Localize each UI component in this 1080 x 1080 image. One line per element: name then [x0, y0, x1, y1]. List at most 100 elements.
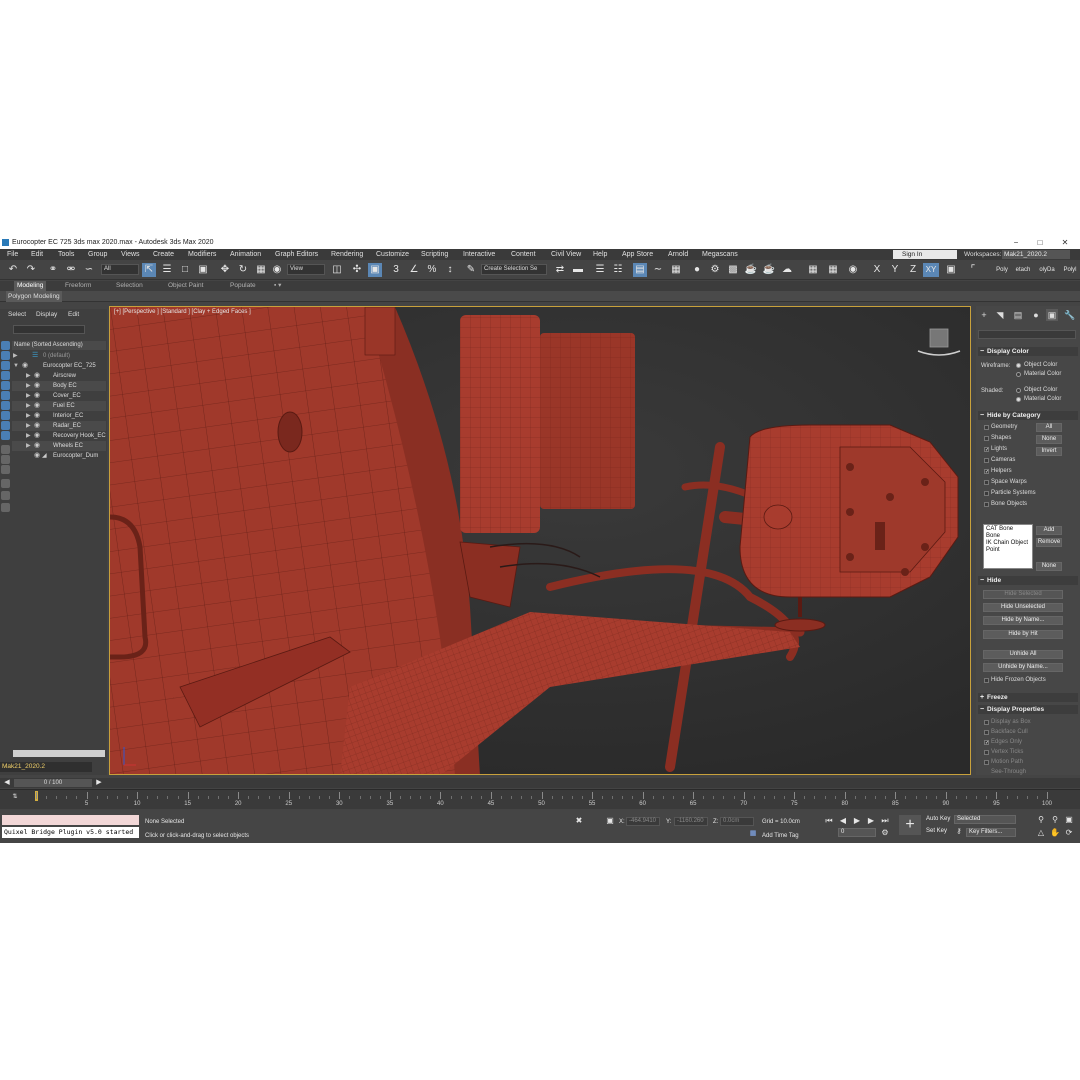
display-none-icon[interactable] — [1, 455, 10, 464]
render-in-cloud-icon[interactable]: ☁ — [780, 263, 794, 277]
hide-by-category-rollout[interactable]: Hide by Category — [978, 411, 1078, 420]
close-button[interactable]: ✕ — [1055, 236, 1075, 249]
unlink-icon[interactable]: ⚮ — [64, 263, 78, 277]
expand-arrow-icon[interactable]: ▶ — [26, 371, 31, 381]
minimize-button[interactable]: − — [1006, 236, 1026, 249]
maxscript-output[interactable]: Quixel Bridge Plugin v5.0 started — [2, 827, 139, 838]
cameras-checkbox[interactable] — [984, 458, 989, 463]
tree-row-airscrew[interactable]: ▶ ◉ Airscrew — [12, 371, 106, 381]
tab-object-paint[interactable]: Object Paint — [168, 281, 203, 291]
eye-icon[interactable]: ◉ — [34, 451, 40, 461]
workspace-select[interactable]: Mak21_2020.2 — [1002, 250, 1070, 259]
tab-populate[interactable]: Populate — [230, 281, 256, 291]
eye-icon[interactable]: ◉ — [34, 431, 40, 441]
set-key-big-icon[interactable]: + — [899, 815, 921, 835]
menu-graph-editors[interactable]: Graph Editors — [275, 249, 318, 260]
find-icon[interactable] — [1, 479, 10, 488]
y-coordinate-field[interactable]: -1160.260 — [674, 817, 708, 826]
select-manipulate-icon[interactable]: ✣ — [350, 263, 364, 277]
expand-arrow-icon[interactable]: ▶ — [26, 431, 31, 441]
select-and-scale-icon[interactable]: ▦ — [254, 263, 268, 277]
pivot-center-icon[interactable]: ◫ — [330, 263, 344, 277]
link-icon[interactable]: ⚭ — [46, 263, 60, 277]
align-icon[interactable]: ▬ — [571, 263, 585, 277]
zoom-icon[interactable]: ⚲ — [1036, 815, 1046, 825]
menu-tools[interactable]: Tools — [58, 249, 74, 260]
menu-views[interactable]: Views — [121, 249, 140, 260]
motion-path-checkbox[interactable] — [984, 760, 989, 765]
time-tag-icon[interactable]: ▦ — [748, 829, 758, 839]
select-object-icon[interactable]: ⇱ — [142, 263, 156, 277]
shaded-material-color-radio[interactable] — [1016, 397, 1021, 402]
menu-animation[interactable]: Animation — [230, 249, 261, 260]
add-time-tag-button[interactable]: Add Time Tag — [762, 832, 799, 840]
redo-icon[interactable]: ↷ — [24, 263, 38, 277]
curve-editor-icon[interactable]: ∼ — [651, 263, 665, 277]
wireframe-object-color-radio[interactable] — [1016, 363, 1021, 368]
key-mode-select[interactable]: Selected — [954, 815, 1016, 824]
tree-row-cover[interactable]: ▶ ◉ Cover_EC — [12, 391, 106, 401]
filter-bones-icon[interactable] — [1, 421, 10, 430]
schematic-view-icon[interactable]: ▦ — [669, 263, 683, 277]
menu-file[interactable]: File — [7, 249, 18, 260]
polyl-tab[interactable]: Polyl — [1060, 263, 1080, 277]
menu-arnold[interactable]: Arnold — [668, 249, 688, 260]
menu-customize[interactable]: Customize — [376, 249, 409, 260]
modify-tab-icon[interactable]: ◥ — [994, 309, 1006, 321]
field-of-view-icon[interactable]: △ — [1036, 828, 1046, 838]
polydata-tab[interactable]: olyDa — [1036, 263, 1058, 277]
tree-row-wheels[interactable]: ▶ ◉ Wheels EC — [12, 441, 106, 451]
mirror-icon[interactable]: ⇄ — [553, 263, 567, 277]
perspective-viewport[interactable]: [+] [Perspective ] [Standard ] [Clay + E… — [109, 306, 971, 775]
render-production-icon[interactable]: ☕ — [744, 263, 758, 277]
menu-rendering[interactable]: Rendering — [331, 249, 363, 260]
category-list-item[interactable]: IK Chain Object — [986, 540, 1030, 547]
unhide-by-name-button[interactable]: Unhide by Name... — [983, 663, 1063, 672]
render-setup-icon[interactable]: ⚙ — [708, 263, 722, 277]
eye-icon[interactable]: ◉ — [34, 421, 40, 431]
play-icon[interactable]: ▶ — [852, 816, 862, 826]
snaps-toggle-icon[interactable]: 3 — [389, 263, 403, 277]
menu-edit[interactable]: Edit — [31, 249, 43, 260]
time-slider[interactable]: 0 / 100 — [14, 779, 92, 787]
eye-icon[interactable]: ◉ — [34, 401, 40, 411]
axis-constraint-xy[interactable]: XY — [923, 263, 939, 277]
zoom-extents-icon[interactable]: ▣ — [1064, 815, 1074, 825]
select-by-name-icon[interactable]: ☰ — [160, 263, 174, 277]
menu-content[interactable]: Content — [511, 249, 536, 260]
named-selection-sets-select[interactable]: Create Selection Se — [481, 264, 547, 275]
menu-app-store[interactable]: App Store — [622, 249, 653, 260]
maxscript-listener-input[interactable] — [2, 815, 139, 825]
set-key-button[interactable]: Set Key — [924, 826, 947, 836]
polygon-modeling-panel[interactable]: Polygon Modeling — [6, 291, 62, 302]
eye-icon[interactable]: ◉ — [34, 411, 40, 421]
category-remove-button[interactable]: Remove — [1036, 538, 1062, 547]
ribbon-options-icon[interactable]: ▪ ▾ — [274, 281, 281, 291]
menu-megascans[interactable]: Megascans — [702, 249, 738, 260]
material-editor-icon[interactable]: ● — [690, 263, 704, 277]
bend-icon[interactable]: ⌜ — [966, 263, 980, 277]
toggle-quad-icon[interactable]: ▣ — [944, 263, 958, 277]
freeze-rollout[interactable]: Freeze — [978, 693, 1078, 702]
lock-icon[interactable] — [1, 503, 10, 512]
sort-icon[interactable] — [1, 491, 10, 500]
selection-lock-icon[interactable]: ▣ — [605, 816, 615, 826]
select-and-rotate-icon[interactable]: ↻ — [236, 263, 250, 277]
track-bar[interactable]: ⇅ 5 10 15 20 25 30 35 40 45 50 55 60 65 70 75 80 85 90 95 1… — [0, 789, 1080, 809]
z-coordinate-field[interactable]: 0.0cm — [720, 817, 754, 826]
category-add-button[interactable]: Add — [1036, 526, 1062, 535]
bone-objects-checkbox[interactable] — [984, 502, 989, 507]
shapes-checkbox[interactable] — [984, 436, 989, 441]
display-all-icon[interactable] — [1, 445, 10, 454]
scene-column-header[interactable]: Name (Sorted Ascending) — [12, 341, 106, 350]
hide-frozen-checkbox[interactable] — [984, 678, 989, 683]
display-properties-rollout[interactable]: Display Properties — [978, 705, 1078, 714]
eye-icon[interactable]: ◉ — [34, 441, 40, 451]
category-list-item[interactable]: Point — [986, 547, 1030, 554]
eye-icon[interactable]: ◉ — [34, 391, 40, 401]
tab-freeform[interactable]: Freeform — [65, 281, 91, 291]
menu-modifiers[interactable]: Modifiers — [188, 249, 216, 260]
edges-only-checkbox[interactable]: ✓ — [984, 740, 989, 746]
tree-row-recovery-hook[interactable]: ▶ ◉ Recovery Hook_EC — [12, 431, 106, 441]
tree-row-default-layer[interactable]: ▶ ☰ 0 (default) — [12, 351, 106, 361]
